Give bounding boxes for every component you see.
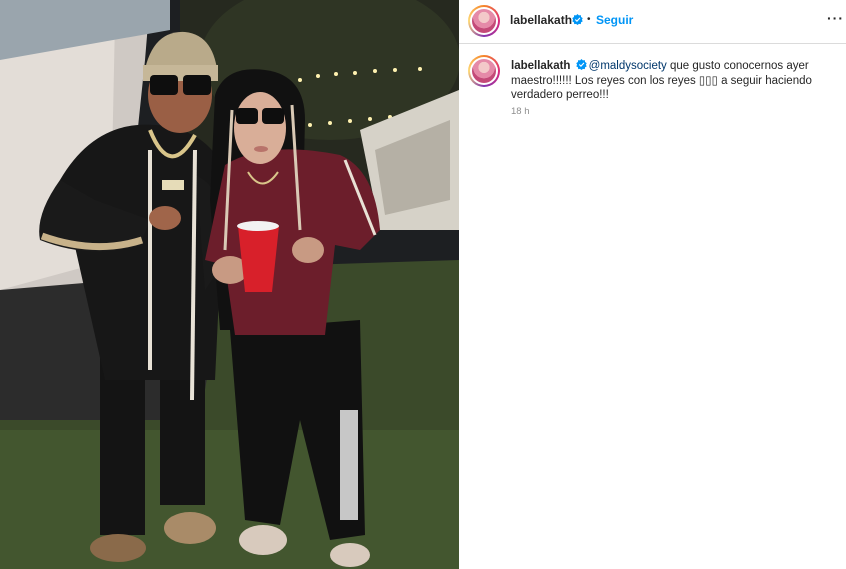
post-details-panel: labellakath • Seguir ··· labellakath @ma… — [459, 0, 846, 569]
post-header: labellakath • Seguir ··· — [459, 0, 846, 44]
verified-badge-icon — [572, 14, 583, 25]
author-avatar[interactable] — [468, 5, 500, 37]
photo-illustration — [0, 0, 459, 569]
follow-button[interactable]: Seguir — [596, 13, 633, 27]
caption-author-avatar[interactable] — [468, 55, 500, 87]
caption-username[interactable]: labellakath — [511, 60, 570, 72]
post-timestamp[interactable]: 18 h — [511, 106, 530, 117]
caption-verified-badge-icon — [575, 59, 587, 70]
author-username[interactable]: labellakath — [510, 13, 572, 27]
post-image[interactable] — [0, 0, 459, 569]
post-caption: labellakath @maldysociety que gusto cono… — [511, 59, 831, 103]
caption-mention-link[interactable]: @maldysociety — [589, 60, 667, 72]
more-options-icon[interactable]: ··· — [827, 10, 844, 26]
separator-dot: • — [587, 14, 591, 25]
